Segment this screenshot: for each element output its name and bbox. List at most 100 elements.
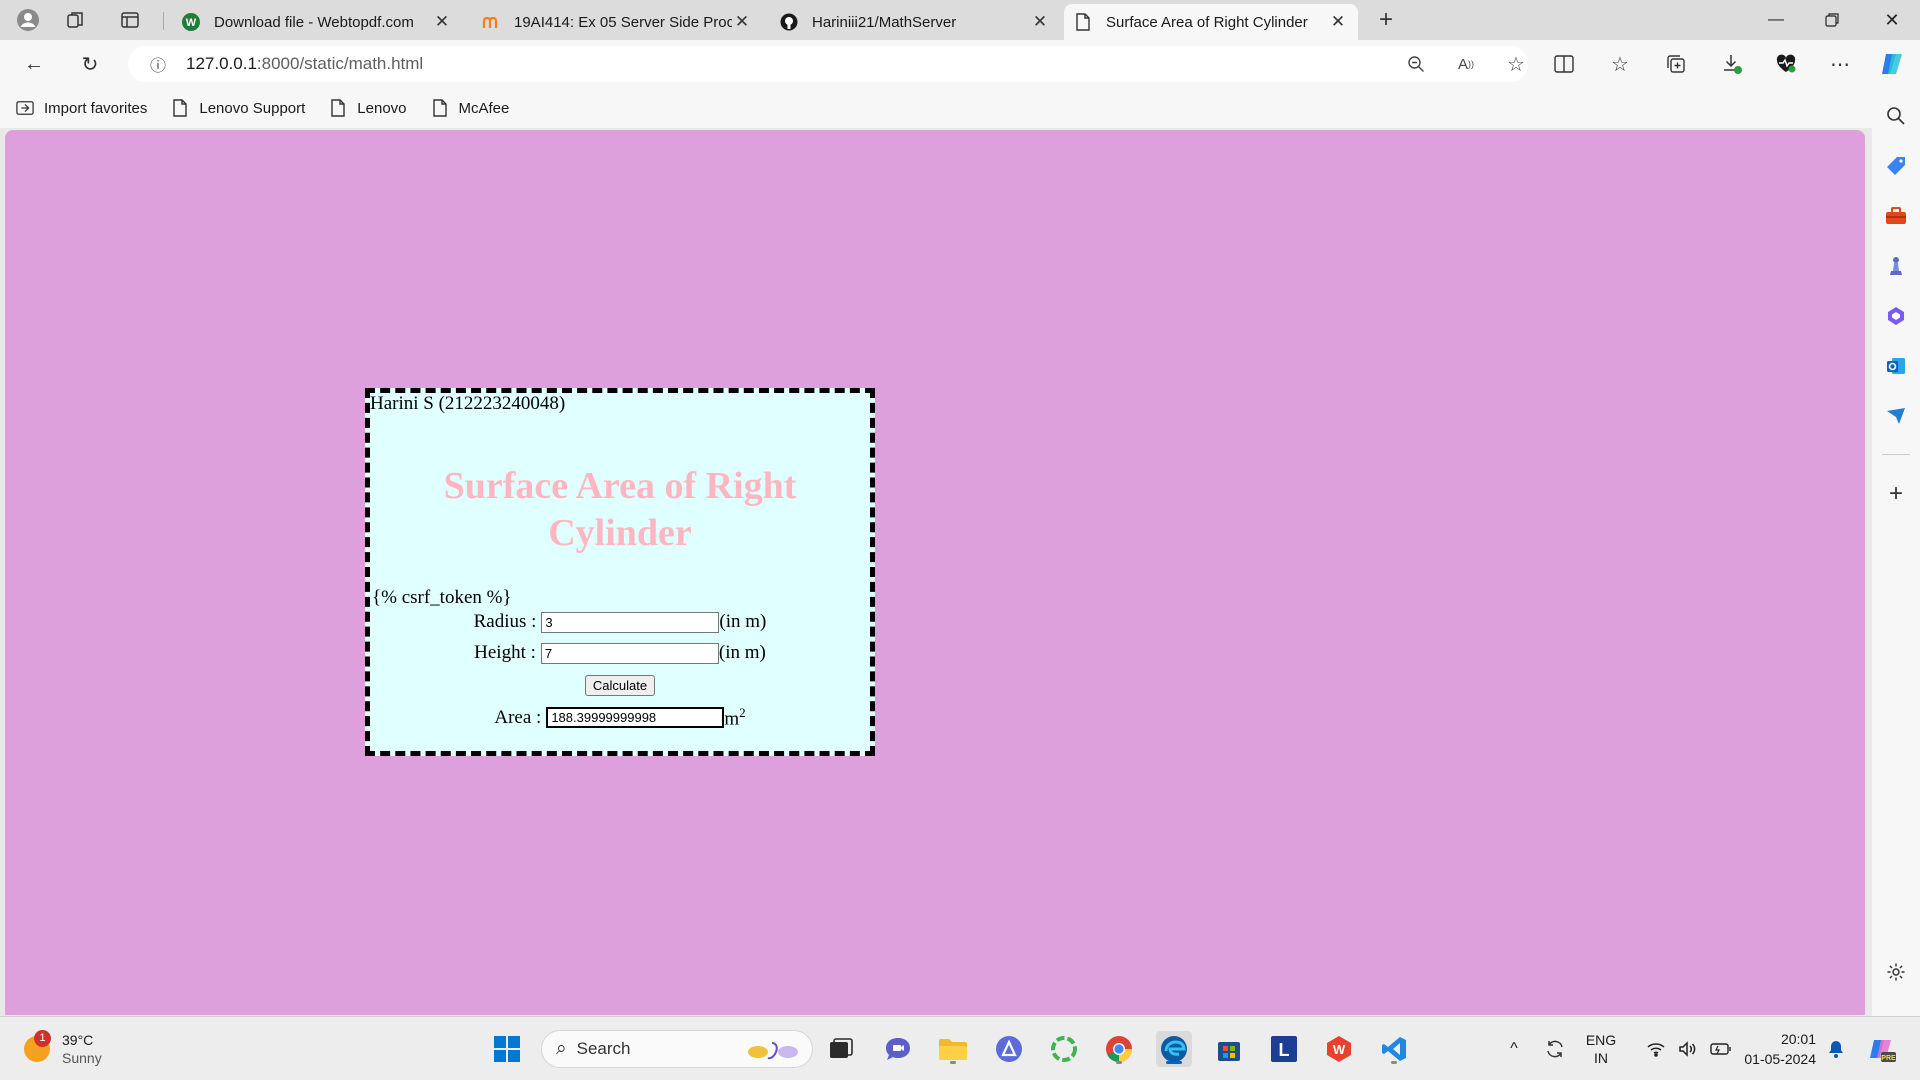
close-window-button[interactable]: ✕ bbox=[1864, 0, 1920, 40]
search-highlight-icon bbox=[748, 1042, 798, 1060]
favorite-star-icon[interactable]: ☆ bbox=[1498, 46, 1534, 82]
close-icon: ✕ bbox=[1884, 9, 1900, 30]
weather-widget[interactable]: 1 39°C Sunny bbox=[24, 1030, 102, 1067]
area-unit: m2 bbox=[724, 705, 745, 730]
height-input[interactable] bbox=[540, 642, 719, 664]
favorite-label: McAfee bbox=[458, 99, 510, 117]
read-aloud-icon[interactable]: A)) bbox=[1448, 46, 1484, 82]
close-icon[interactable]: ✕ bbox=[1030, 12, 1050, 32]
workspaces-button[interactable] bbox=[58, 4, 94, 36]
tab-title: Surface Area of Right Cylinder bbox=[1106, 13, 1308, 31]
tab-github[interactable]: Hariniii21/MathServer ✕ bbox=[770, 4, 1060, 40]
favorite-label: Lenovo bbox=[357, 99, 407, 117]
vertical-tabs-button[interactable] bbox=[112, 4, 148, 36]
taskbar-file-explorer[interactable] bbox=[935, 1031, 971, 1067]
notifications-button[interactable] bbox=[1822, 1017, 1850, 1080]
clock-time: 20:01 bbox=[1780, 1031, 1816, 1047]
show-hidden-icons-button[interactable]: ^ bbox=[1500, 1017, 1528, 1080]
copilot-taskbar-button[interactable]: PRE bbox=[1862, 1017, 1902, 1080]
start-button[interactable] bbox=[489, 1031, 525, 1067]
taskbar-edge[interactable] bbox=[1156, 1031, 1192, 1067]
copilot-button[interactable] bbox=[1874, 46, 1910, 82]
settings-more-button[interactable]: ⋯ bbox=[1822, 46, 1858, 82]
sidebar-m365-button[interactable] bbox=[1880, 300, 1912, 332]
radius-input[interactable] bbox=[541, 611, 720, 633]
quick-settings-button[interactable] bbox=[1634, 1017, 1744, 1080]
favorite-mcafee[interactable]: McAfee bbox=[431, 99, 510, 117]
l-app-icon: L bbox=[1271, 1036, 1297, 1062]
tab-surface-area[interactable]: Surface Area of Right Cylinder ✕ bbox=[1064, 4, 1358, 40]
area-output[interactable] bbox=[546, 707, 725, 729]
height-row: Height : (in m) bbox=[370, 642, 870, 664]
import-icon bbox=[16, 99, 34, 117]
taskbar-chrome[interactable] bbox=[1101, 1031, 1137, 1067]
sidebar-shopping-button[interactable] bbox=[1880, 150, 1912, 182]
taskbar-lenovo-vantage[interactable]: L bbox=[1266, 1031, 1302, 1067]
minimize-button[interactable]: — bbox=[1748, 0, 1804, 40]
taskbar-app-ring[interactable] bbox=[1046, 1031, 1082, 1067]
calculator-card: Harini S (212223240048) Surface Area of … bbox=[365, 388, 875, 756]
collections-button[interactable] bbox=[1658, 46, 1694, 82]
tab-moodle[interactable]: 19AI414: Ex 05 Server Side Proce ✕ bbox=[472, 4, 762, 40]
back-button[interactable]: ← bbox=[16, 46, 52, 82]
toolbox-icon bbox=[1886, 207, 1906, 224]
address-bar[interactable]: ⓘ 127.0.0.1:8000/static/math.html A)) ☆ bbox=[128, 46, 1528, 82]
language-indicator[interactable]: ENG IN bbox=[1578, 1017, 1624, 1080]
page-icon bbox=[1074, 13, 1092, 31]
downloads-button[interactable] bbox=[1714, 46, 1750, 82]
sidebar-settings-button[interactable] bbox=[1880, 956, 1912, 988]
favorite-lenovo[interactable]: Lenovo bbox=[329, 99, 407, 117]
refresh-button[interactable]: ↻ bbox=[72, 46, 108, 82]
favorites-button[interactable]: ☆ bbox=[1602, 46, 1638, 82]
close-icon[interactable]: ✕ bbox=[732, 12, 752, 32]
area-row: Area : m2 bbox=[370, 705, 870, 730]
collections-icon bbox=[1667, 55, 1685, 73]
new-tab-button[interactable]: + bbox=[1368, 4, 1404, 36]
svg-text:L: L bbox=[1279, 1040, 1290, 1060]
browser-essentials-button[interactable] bbox=[1768, 46, 1804, 82]
taskbar-app-a[interactable] bbox=[991, 1031, 1027, 1067]
close-icon[interactable]: ✕ bbox=[1328, 12, 1348, 32]
radius-label: Radius : bbox=[473, 611, 537, 632]
sidebar-outlook-button[interactable] bbox=[1880, 350, 1912, 382]
favorite-import[interactable]: Import favorites bbox=[16, 99, 147, 117]
task-view-button[interactable] bbox=[823, 1031, 859, 1067]
clock[interactable]: 20:01 01-05-2024 bbox=[1730, 1017, 1816, 1080]
search-icon: ⌕ bbox=[556, 1038, 567, 1059]
url-host: 127.0.0.1 bbox=[186, 54, 257, 73]
site-info-icon[interactable]: ⓘ bbox=[140, 52, 176, 76]
sync-icon bbox=[1547, 1040, 1563, 1058]
close-icon[interactable]: ✕ bbox=[432, 12, 452, 32]
restore-button[interactable] bbox=[1804, 0, 1860, 40]
sidebar-games-button[interactable] bbox=[1880, 250, 1912, 282]
folder-icon bbox=[939, 1039, 967, 1060]
url-text: 127.0.0.1:8000/static/math.html bbox=[186, 54, 423, 74]
sync-tray-button[interactable] bbox=[1538, 1017, 1572, 1080]
wifi-icon bbox=[1647, 1043, 1665, 1057]
zoom-icon[interactable] bbox=[1398, 46, 1434, 82]
tab-webtopdf[interactable]: W Download file - Webtopdf.com ✕ bbox=[172, 4, 462, 40]
favorite-lenovo-support[interactable]: Lenovo Support bbox=[171, 99, 305, 117]
radius-row: Radius : (in m) bbox=[370, 611, 870, 633]
calculate-button[interactable]: Calculate bbox=[584, 675, 656, 696]
profile-icon bbox=[17, 9, 39, 31]
taskbar-search[interactable]: ⌕ Search bbox=[541, 1030, 813, 1068]
sidebar-search-button[interactable] bbox=[1880, 100, 1912, 132]
split-screen-button[interactable] bbox=[1546, 46, 1582, 82]
button-row: Calculate bbox=[370, 675, 870, 696]
page-icon bbox=[431, 99, 449, 117]
taskbar-vscode[interactable] bbox=[1376, 1031, 1412, 1067]
favorites-bar: Import favorites Lenovo Support Lenovo M… bbox=[0, 88, 1920, 128]
taskbar-wps[interactable]: W bbox=[1321, 1031, 1357, 1067]
taskbar-store[interactable] bbox=[1211, 1031, 1247, 1067]
download-icon bbox=[1724, 55, 1742, 74]
profile-button[interactable] bbox=[10, 4, 46, 36]
favorites-icon: ☆ bbox=[1611, 53, 1629, 76]
running-indicator bbox=[1166, 1061, 1182, 1064]
tab-separator bbox=[163, 12, 164, 30]
back-arrow-icon: ← bbox=[24, 52, 44, 75]
taskbar-chat[interactable] bbox=[880, 1031, 916, 1067]
sidebar-tools-button[interactable] bbox=[1880, 200, 1912, 232]
sidebar-drop-button[interactable] bbox=[1880, 400, 1912, 432]
sidebar-add-button[interactable]: + bbox=[1880, 478, 1912, 510]
